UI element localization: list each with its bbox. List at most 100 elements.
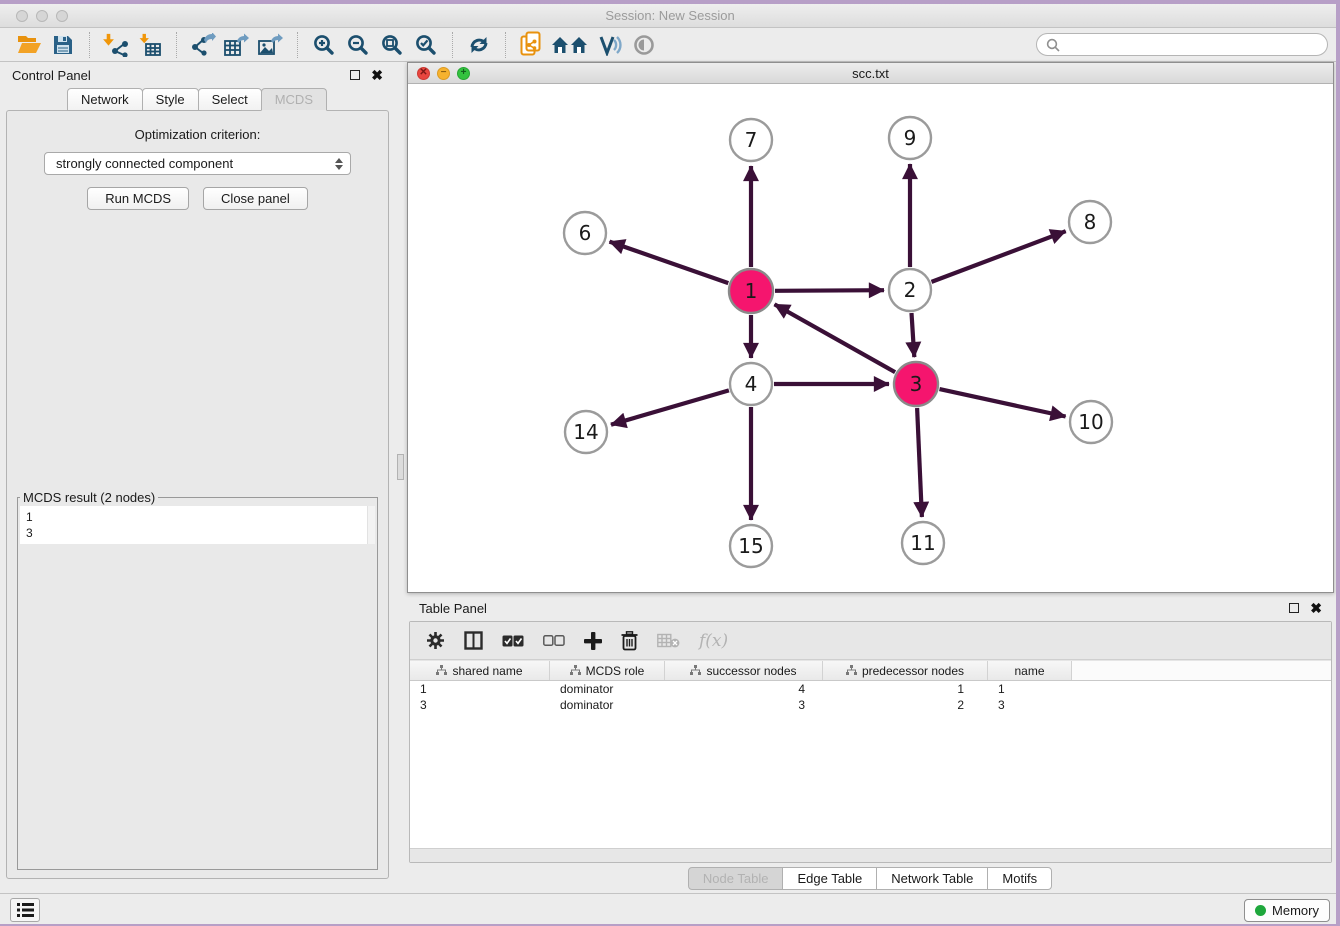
tab-edge-table[interactable]: Edge Table [782,867,877,890]
network-maximize-button[interactable]: + [457,67,470,80]
edge-1-6[interactable] [610,242,729,284]
zoom-fit-icon [381,34,403,56]
column-header-successor-nodes[interactable]: successor nodes [665,661,823,680]
sort-column-icon [690,665,701,676]
open-session-button[interactable] [12,31,46,59]
cell-shared-name: 3 [410,698,550,712]
export-network-button[interactable] [186,31,220,59]
export-image-button[interactable] [254,31,288,59]
import-network-button[interactable] [99,31,133,59]
mcds-result-legend: MCDS result (2 nodes) [20,490,158,505]
column-header-name[interactable]: name [988,661,1072,680]
status-bar: Memory [0,893,1340,926]
column-header-predecessor-nodes[interactable]: predecessor nodes [823,661,988,680]
node-table-box: f(x) shared nameMCDS rolesuccessor nodes… [409,621,1332,863]
tab-node-table[interactable]: Node Table [688,867,784,890]
zoom-in-icon [313,34,335,56]
tab-network-table[interactable]: Network Table [876,867,988,890]
table-panel: Table Panel ✖ f(x) shared nameMCDS [407,595,1334,893]
main-area: Control Panel ✖ NetworkStyleSelectMCDS O… [0,62,1340,893]
app-titlebar: Session: New Session [0,0,1340,28]
deselect-all-icon[interactable] [543,635,565,646]
column-header-MCDS-role[interactable]: MCDS role [550,661,665,680]
edge-3-1[interactable] [775,304,896,372]
show-graphics-details-button[interactable] [627,31,661,59]
table-row[interactable]: 1dominator411 [410,681,1331,697]
table-row[interactable]: 3dominator323 [410,697,1331,713]
node-label-9: 9 [904,126,917,150]
settings-gear-icon[interactable] [426,631,445,650]
tab-style[interactable]: Style [142,88,199,111]
import-table-icon [138,33,162,57]
close-panel-button[interactable]: Close panel [203,187,308,210]
refresh-icon [468,34,490,56]
close-window-button[interactable] [16,10,28,22]
import-table-button[interactable] [133,31,167,59]
window-frame-right [1336,0,1340,926]
search-input[interactable] [1065,36,1318,53]
control-panel-header: Control Panel ✖ [0,62,395,88]
tab-select[interactable]: Select [198,88,262,111]
search-box[interactable] [1036,33,1328,56]
edge-2-3[interactable] [912,313,915,357]
sort-column-icon [570,665,581,676]
zoom-out-button[interactable] [341,31,375,59]
network-close-button[interactable]: ✕ [417,67,430,80]
node-label-15: 15 [738,534,763,558]
zoom-selected-button[interactable] [409,31,443,59]
close-panel-icon[interactable]: ✖ [371,70,383,80]
network-window: ✕ − + scc.txt 7968124314101511 [407,62,1334,593]
run-mcds-button[interactable]: Run MCDS [87,187,189,210]
result-scrollbar[interactable] [367,506,375,544]
node-label-4: 4 [745,372,758,396]
splitter-handle[interactable] [397,454,404,480]
network-canvas[interactable]: 7968124314101511 [408,84,1333,592]
network-window-titlebar[interactable]: ✕ − + scc.txt [408,63,1333,84]
table-panel-title: Table Panel [419,601,487,616]
annotation-button[interactable] [515,31,549,59]
delete-row-trash-icon[interactable] [621,631,638,651]
memory-status-icon [1255,905,1266,916]
export-table-icon [224,33,250,57]
task-history-button[interactable] [10,898,40,922]
column-header-filler [1072,661,1331,680]
edge-4-14[interactable] [611,390,729,424]
edge-3-10[interactable] [940,389,1066,416]
session-title: Session: New Session [605,8,734,23]
vizmapper-button[interactable] [593,31,627,59]
close-table-panel-icon[interactable]: ✖ [1310,603,1322,613]
tab-motifs[interactable]: Motifs [987,867,1052,890]
mcds-result-text[interactable]: 13 [20,506,375,544]
toolbar-separator [176,32,177,58]
float-table-panel-icon[interactable] [1289,603,1299,613]
select-all-icon[interactable] [502,635,524,647]
refresh-layout-button[interactable] [462,31,496,59]
function-builder-icon: f(x) [699,631,728,651]
edge-2-8[interactable] [932,231,1066,282]
export-table-button[interactable] [220,31,254,59]
memory-button[interactable]: Memory [1244,899,1330,922]
maximize-window-button[interactable] [56,10,68,22]
table-toolbar: f(x) [410,622,1331,660]
zoom-fit-button[interactable] [375,31,409,59]
columns-icon[interactable] [464,631,483,650]
float-panel-icon[interactable] [350,70,360,80]
edge-1-2[interactable] [775,290,884,291]
node-label-2: 2 [904,278,917,302]
panel-splitter[interactable] [395,62,407,893]
first-neighbors-button[interactable] [549,31,593,59]
edge-3-11[interactable] [917,408,922,517]
save-session-button[interactable] [46,31,80,59]
tab-network[interactable]: Network [67,88,143,111]
network-minimize-button[interactable]: − [437,67,450,80]
tab-mcds[interactable]: MCDS [261,88,327,111]
control-panel: Control Panel ✖ NetworkStyleSelectMCDS O… [0,62,395,893]
zoom-in-button[interactable] [307,31,341,59]
node-label-8: 8 [1084,210,1097,234]
minimize-window-button[interactable] [36,10,48,22]
column-header-shared-name[interactable]: shared name [410,661,550,680]
criterion-select[interactable]: strongly connected component [44,152,351,175]
add-row-icon[interactable] [584,632,602,650]
cell-name: 1 [988,682,1072,696]
window-controls [16,10,68,22]
